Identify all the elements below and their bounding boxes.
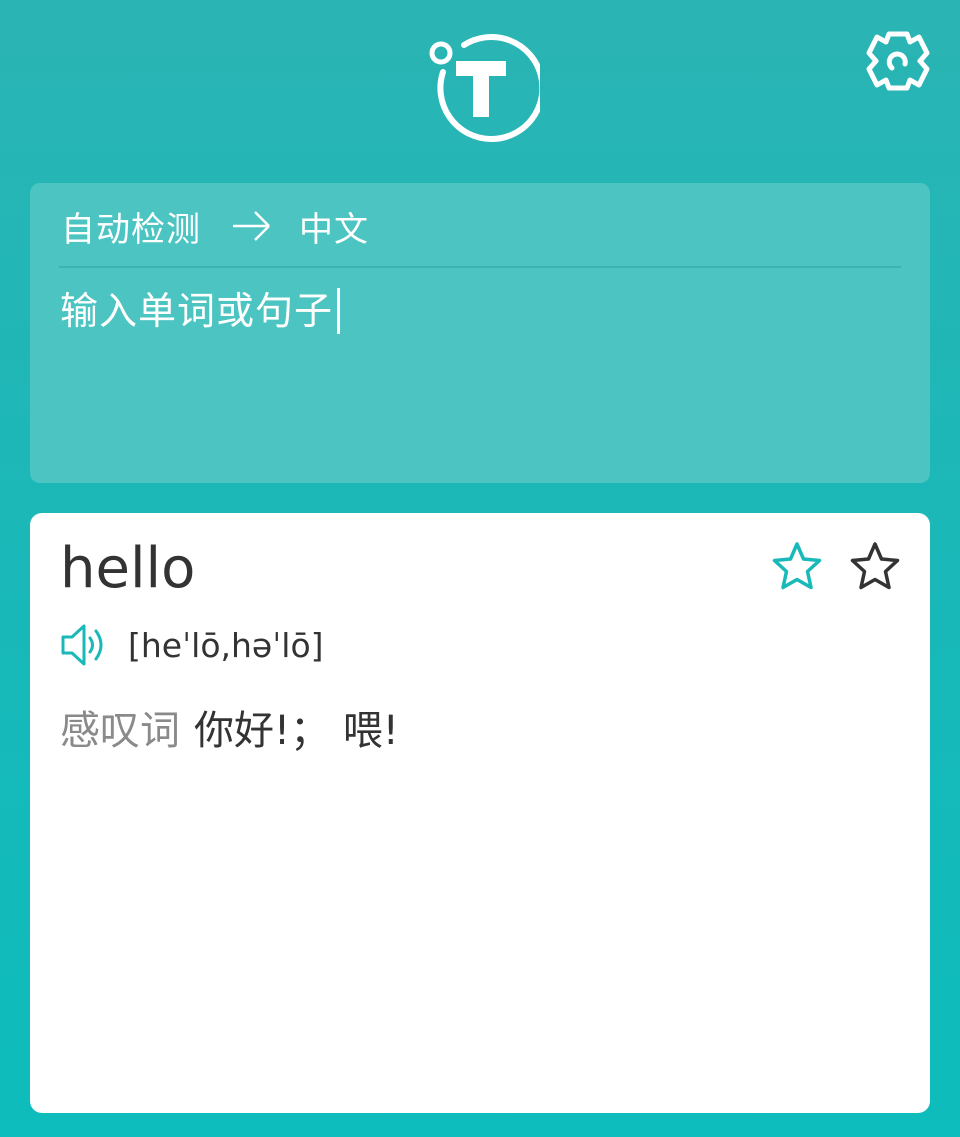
- input-placeholder: 输入单词或句子: [60, 289, 334, 333]
- speaker-icon[interactable]: [60, 622, 110, 668]
- text-cursor: [337, 287, 341, 334]
- arrow-right-icon[interactable]: [231, 206, 273, 246]
- bookmark-button[interactable]: [849, 541, 901, 593]
- star-outline-teal-icon: [772, 542, 822, 590]
- source-language-selector[interactable]: 自动检测: [61, 202, 201, 251]
- phonetic-text: [heˈlō,həˈlō]: [128, 625, 324, 665]
- pronunciation-row: [heˈlō,həˈlō]: [60, 619, 324, 671]
- part-of-speech: 感叹词: [60, 708, 180, 754]
- translate-input[interactable]: 输入单词或句子: [60, 281, 900, 341]
- star-outline-dark-icon: [850, 542, 900, 590]
- result-word: hello: [60, 536, 196, 601]
- favorite-button[interactable]: [771, 541, 823, 593]
- app-logo: [420, 27, 546, 142]
- target-language-selector[interactable]: 中文: [299, 202, 369, 251]
- language-bar: 自动检测 中文: [61, 202, 369, 250]
- result-card: hello [heˈlō,həˈlō] 感叹词 你好!； 喂!: [30, 513, 930, 1113]
- settings-button[interactable]: [864, 28, 932, 94]
- input-panel: 自动检测 中文 输入单词或句子: [30, 183, 930, 483]
- t-planet-logo-icon: [429, 34, 546, 142]
- definition-row: 感叹词 你好!； 喂!: [60, 701, 399, 761]
- divider: [59, 266, 901, 268]
- definition-text: 你好!； 喂!: [194, 708, 399, 754]
- gear-icon: [866, 31, 930, 91]
